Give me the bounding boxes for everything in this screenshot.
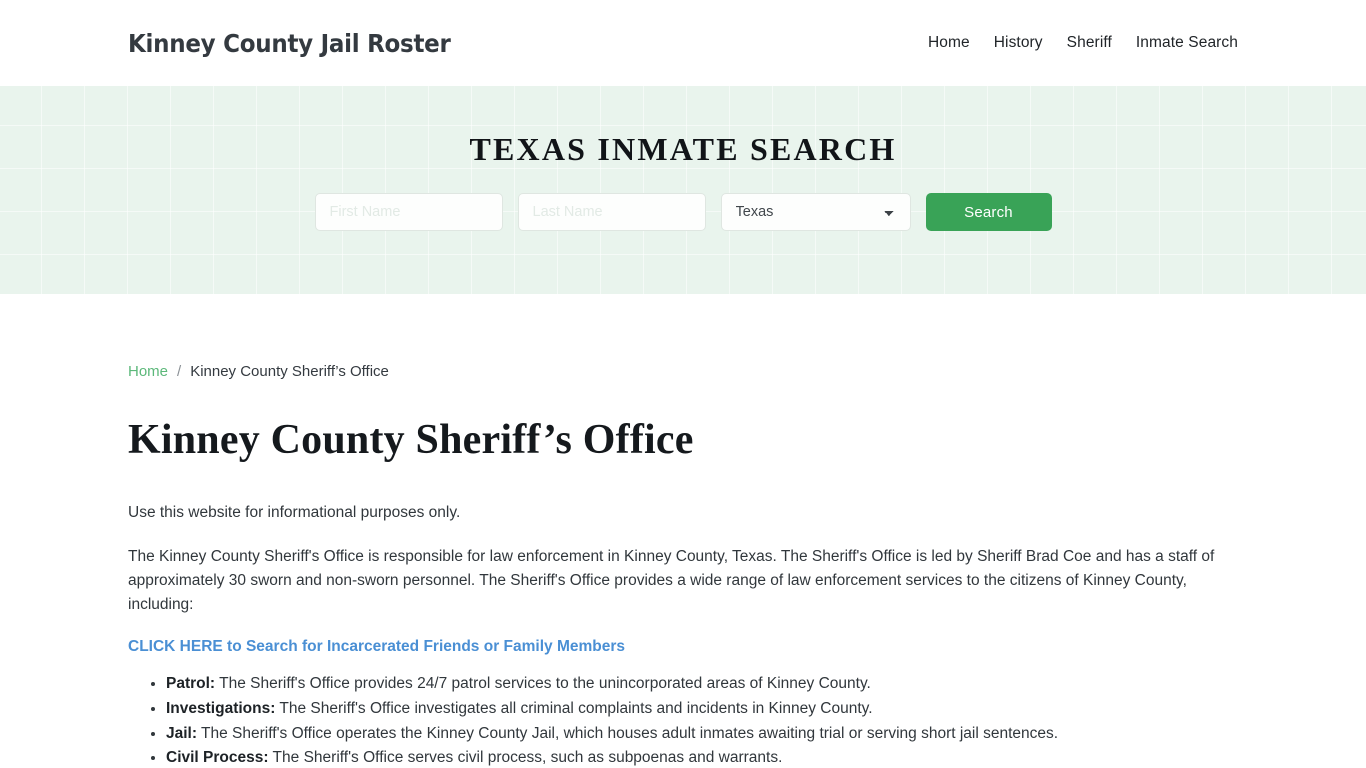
service-description: The Sheriff's Office serves civil proces… xyxy=(268,749,783,767)
main-navigation: Home History Sheriff Inmate Search xyxy=(928,34,1238,52)
office-description: The Kinney County Sheriff's Office is re… xyxy=(128,548,1215,614)
hero-search-section: TEXAS INMATE SEARCH Texas Search xyxy=(0,86,1366,294)
main-content: Home / Kinney County Sheriff’s Office Ki… xyxy=(0,294,1366,768)
service-description: The Sheriff's Office operates the Kinney… xyxy=(197,724,1059,742)
services-list: Patrol: The Sheriff's Office provides 24… xyxy=(128,672,1238,768)
site-header: Kinney County Jail Roster Home History S… xyxy=(0,0,1366,86)
service-term: Civil Process: xyxy=(166,749,269,767)
last-name-input[interactable] xyxy=(517,193,706,231)
nav-item-history[interactable]: History xyxy=(994,34,1043,52)
nav-item-sheriff[interactable]: Sheriff xyxy=(1067,34,1112,52)
breadcrumb-home-link[interactable]: Home xyxy=(128,363,168,380)
service-term: Investigations: xyxy=(166,700,276,717)
nav-item-home[interactable]: Home xyxy=(928,34,970,52)
list-item: Patrol: The Sheriff's Office provides 24… xyxy=(166,672,1238,696)
list-item: Jail: The Sheriff's Office operates the … xyxy=(166,722,1238,746)
disclaimer-text: Use this website for informational purpo… xyxy=(128,504,461,522)
first-name-input[interactable] xyxy=(314,193,503,231)
breadcrumb-current: Kinney County Sheriff’s Office xyxy=(190,363,389,380)
nav-item-inmate-search[interactable]: Inmate Search xyxy=(1136,34,1238,52)
list-item: Investigations: The Sheriff's Office inv… xyxy=(166,697,1238,721)
list-item: Civil Process: The Sheriff's Office serv… xyxy=(166,746,1238,768)
search-button[interactable]: Search xyxy=(925,193,1052,231)
service-description: The Sheriff's Office provides 24/7 patro… xyxy=(215,675,871,693)
inmate-search-cta-link[interactable]: CLICK HERE to Search for Incarcerated Fr… xyxy=(128,638,625,656)
page-title: Kinney County Sheriff’s Office xyxy=(128,417,694,463)
service-description: The Sheriff's Office investigates all cr… xyxy=(275,700,873,717)
site-brand-link[interactable]: Kinney County Jail Roster xyxy=(128,29,451,58)
breadcrumb: Home / Kinney County Sheriff’s Office xyxy=(128,294,1238,380)
breadcrumb-separator: / xyxy=(177,363,182,380)
service-term: Jail: xyxy=(166,724,198,742)
inmate-search-form: Texas Search xyxy=(314,193,1052,231)
service-term: Patrol: xyxy=(166,675,216,693)
state-select[interactable]: Texas xyxy=(720,193,911,231)
hero-title: TEXAS INMATE SEARCH xyxy=(469,131,897,167)
